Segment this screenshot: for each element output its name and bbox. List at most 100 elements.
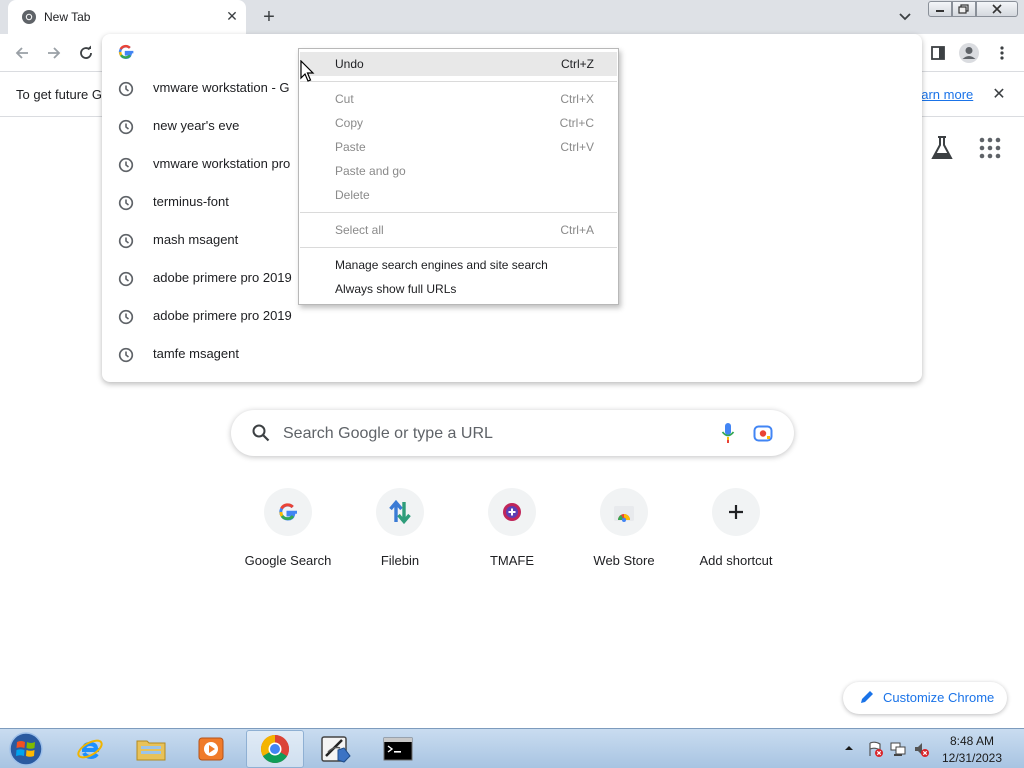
menu-item-paste-and-go[interactable]: Paste and go [300, 159, 617, 183]
google-lens-icon[interactable] [753, 423, 773, 443]
shortcut-filebin[interactable]: Filebin [344, 488, 456, 578]
menu-item-paste[interactable]: Paste Ctrl+V [300, 135, 617, 159]
back-arrow-icon [15, 47, 28, 59]
volume-muted-icon[interactable] [913, 741, 929, 757]
taskbar-chrome[interactable] [246, 730, 304, 768]
suggestion-text: vmware workstation pro [153, 156, 291, 171]
history-clock-icon [118, 195, 134, 211]
back-button[interactable] [9, 40, 35, 66]
menu-item-copy[interactable]: Copy Ctrl+C [300, 111, 617, 135]
clock-time[interactable]: 8:48 AM [934, 734, 1010, 748]
network-icon[interactable] [890, 741, 906, 757]
infobar-text: To get future G [16, 87, 102, 102]
forward-arrow-icon [48, 47, 61, 59]
reload-icon [80, 45, 92, 59]
suggestion-text: mash msagent [153, 232, 239, 247]
menu-item-cut[interactable]: Cut Ctrl+X [300, 87, 617, 111]
history-clock-icon [118, 347, 134, 363]
clock-date[interactable]: 12/31/2023 [934, 751, 1010, 765]
history-clock-icon [118, 119, 134, 135]
tab-title: New Tab [44, 10, 91, 24]
mouse-cursor-icon [300, 60, 315, 82]
labs-flask-icon[interactable] [929, 134, 955, 162]
google-g-icon [118, 44, 134, 59]
tab-search-chevron-icon[interactable] [895, 8, 915, 26]
infobar-close-icon[interactable]: ✕ [989, 84, 1009, 104]
media-player-icon [198, 737, 224, 761]
shortcut-label: Add shortcut [699, 553, 773, 568]
taskbar-media-player[interactable] [183, 730, 239, 768]
suggestion-text: adobe primere pro 2019 [153, 270, 292, 285]
menu-separator [300, 81, 617, 82]
windows-start-icon[interactable] [6, 731, 46, 767]
suggestion-text: new year's eve [153, 118, 240, 133]
command-prompt-icon [383, 737, 413, 761]
shortcut-web-store[interactable]: Web Store [568, 488, 680, 578]
taskbar-internet-explorer[interactable] [62, 730, 118, 768]
customize-chrome-button[interactable]: Customize Chrome [843, 682, 1007, 714]
control-panel-icon [321, 736, 351, 763]
plus-icon [729, 505, 743, 519]
file-explorer-icon [136, 740, 166, 761]
taskbar: 8:48 AM 12/31/2023 [0, 728, 1024, 768]
menu-item-undo[interactable]: Undo Ctrl+Z [300, 52, 617, 76]
context-menu: Undo Ctrl+Z Cut Ctrl+X Copy Ctrl+C Paste… [298, 48, 619, 305]
restore-icon [958, 4, 969, 14]
suggestion-text: vmware workstation - G [153, 80, 290, 95]
ntp-search-placeholder: Search Google or type a URL [283, 425, 493, 442]
kebab-menu-icon [1000, 46, 1004, 60]
forward-button[interactable] [41, 40, 67, 66]
google-apps-icon[interactable] [978, 136, 1002, 160]
menu-separator [300, 212, 617, 213]
infobar-learn-more-link[interactable]: earn more [914, 87, 973, 102]
tab-close-icon[interactable]: ✕ [222, 6, 242, 26]
history-clock-icon [118, 157, 134, 173]
menu-item-manage-search-engines[interactable]: Manage search engines and site search [300, 253, 617, 277]
menu-item-select-all[interactable]: Select all Ctrl+A [300, 218, 617, 242]
menu-button[interactable] [989, 40, 1015, 66]
side-panel-button[interactable] [925, 40, 951, 66]
minimize-button[interactable] [928, 1, 952, 17]
history-clock-icon [118, 309, 134, 325]
taskbar-control-panel[interactable] [308, 730, 364, 768]
history-clock-icon [118, 271, 134, 287]
shortcut-add[interactable]: Add shortcut [680, 488, 792, 578]
show-hidden-icons-icon[interactable] [844, 743, 854, 753]
web-store-icon [614, 506, 634, 522]
chrome-icon [261, 735, 289, 763]
shortcut-google-search[interactable]: Google Search [232, 488, 344, 578]
taskbar-command-prompt[interactable] [370, 730, 426, 768]
filebin-arrows-icon [389, 499, 411, 525]
avatar-icon [959, 43, 979, 63]
customize-chrome-label: Customize Chrome [883, 690, 995, 705]
tmafe-icon [503, 503, 521, 521]
suggestion-text: adobe primere pro 2019 [153, 308, 292, 323]
minimize-icon [936, 10, 944, 12]
microphone-icon[interactable] [721, 422, 735, 444]
shortcut-tmafe[interactable]: TMAFE [456, 488, 568, 578]
menu-separator [300, 247, 617, 248]
pencil-icon [861, 691, 873, 703]
suggestion-row[interactable]: tamfe msagent [102, 336, 922, 374]
window-close-button[interactable] [976, 1, 1018, 17]
menu-item-always-show-full-urls[interactable]: Always show full URLs [300, 277, 617, 301]
search-icon [252, 424, 270, 442]
side-panel-icon [931, 46, 945, 60]
suggestion-text: terminus-font [153, 194, 229, 209]
ntp-search-box[interactable]: Search Google or type a URL [231, 410, 794, 456]
reload-button[interactable] [73, 40, 99, 66]
tab-new-tab[interactable]: New Tab ✕ [8, 0, 246, 34]
shortcut-label: Google Search [244, 553, 332, 568]
new-tab-button[interactable]: + [257, 5, 281, 29]
action-center-flag-icon[interactable] [867, 741, 883, 757]
menu-item-delete[interactable]: Delete [300, 183, 617, 207]
chrome-icon [22, 10, 36, 24]
restore-button[interactable] [952, 1, 976, 17]
shortcut-label: Web Store [593, 553, 655, 568]
taskbar-file-explorer[interactable] [123, 730, 179, 768]
tab-strip: New Tab ✕ + [0, 0, 1024, 34]
shortcut-label: TMAFE [489, 553, 535, 568]
profile-button[interactable] [956, 40, 982, 66]
internet-explorer-icon [77, 739, 103, 760]
shortcut-label: Filebin [380, 553, 420, 568]
